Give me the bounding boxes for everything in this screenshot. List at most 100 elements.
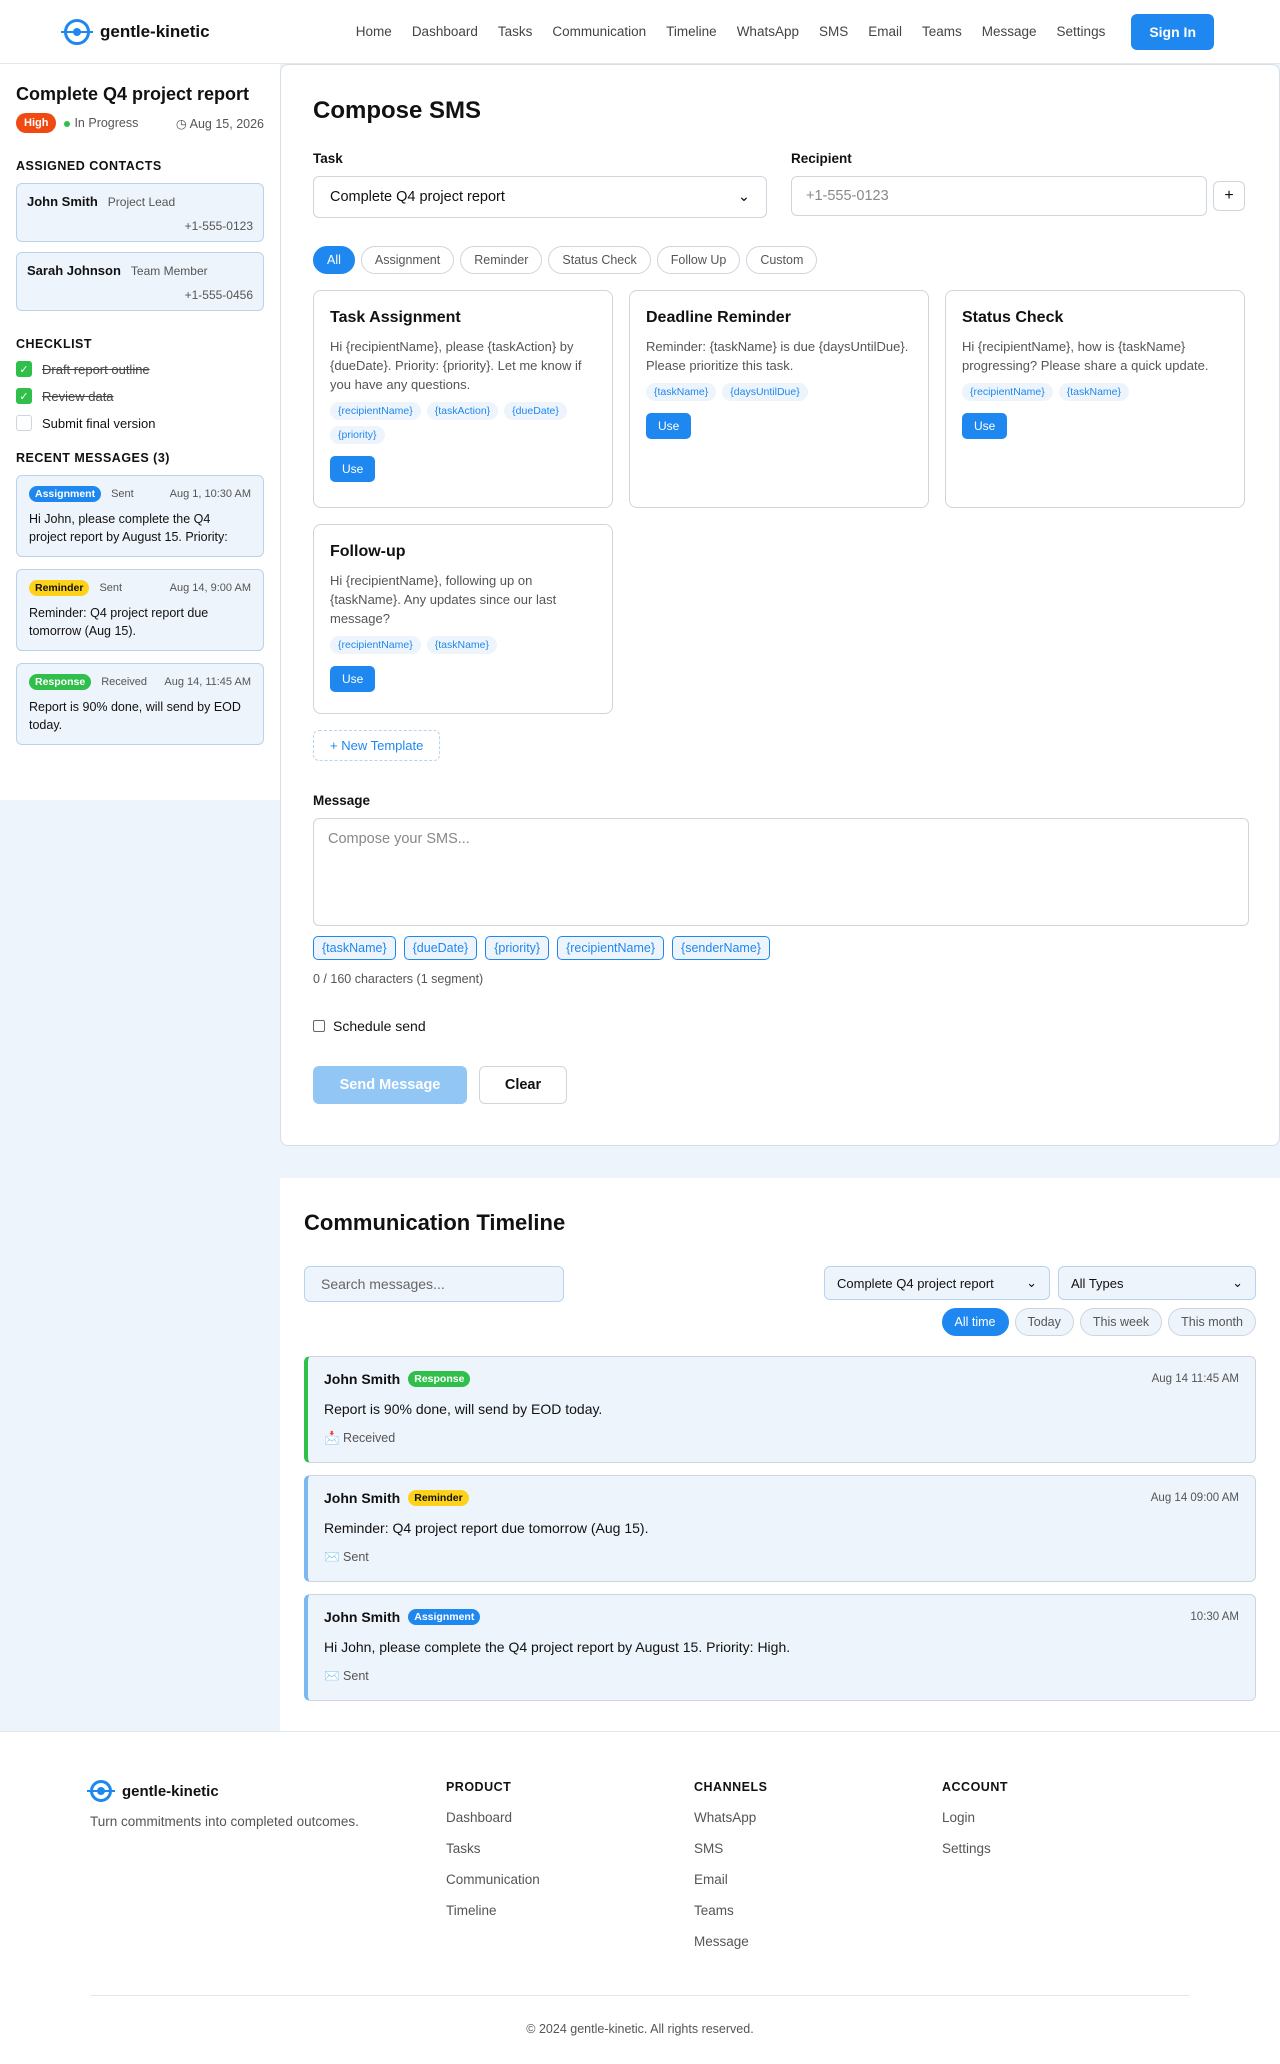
checklist-label: Submit final version [42, 415, 156, 431]
entry-text: Report is 90% done, will send by EOD tod… [324, 1401, 603, 1417]
message-card[interactable]: Reminder Sent Aug 14, 9:00 AM Reminder: Q4… [16, 569, 264, 651]
footer-link[interactable]: Timeline [446, 1903, 694, 1918]
entry-text: Hi John, please complete the Q4 project … [324, 1639, 791, 1655]
footer-link[interactable]: Message [694, 1934, 942, 1949]
filter-all[interactable]: All [313, 246, 355, 274]
footer-link[interactable]: Settings [942, 1841, 1190, 1856]
add-recipient-button[interactable]: + [1213, 181, 1245, 211]
footer-brand[interactable]: gentle-kinetic [90, 1780, 446, 1802]
range-this-week[interactable]: This week [1079, 1308, 1163, 1336]
task-select[interactable]: Complete Q4 project report ⌄ [313, 176, 767, 218]
entry-time: Aug 14 11:45 AM [1151, 1373, 1239, 1385]
message-card[interactable]: Assignment Sent Aug 1, 10:30 AM Hi John, p… [16, 475, 264, 557]
brand[interactable]: gentle-kinetic [64, 18, 210, 45]
template-card[interactable]: Task Assignment Hi {recipientName}, plea… [313, 290, 613, 508]
footer-heading: CHANNELS [693, 1780, 768, 1794]
template-card[interactable]: Status Check Hi {recipientName}, how is … [945, 290, 1245, 508]
insert-token-button[interactable]: {taskName} [313, 936, 396, 960]
entry-name: John Smith [324, 1490, 401, 1506]
message-textarea[interactable]: Compose your SMS... [313, 818, 1249, 926]
new-template-button[interactable]: + New Template [313, 730, 441, 761]
recipient-input[interactable]: +1-555-0123 [791, 176, 1207, 216]
timeline-type-select[interactable]: All Types ⌄ [1058, 1266, 1256, 1300]
nav-sms[interactable]: SMS [819, 24, 848, 39]
template-var: {taskAction} [426, 402, 499, 420]
nav-communication[interactable]: Communication [552, 24, 646, 39]
footer-heading: ACCOUNT [942, 1780, 1008, 1794]
range-today[interactable]: Today [1014, 1308, 1074, 1336]
schedule-checkbox[interactable] [313, 1020, 325, 1032]
template-card[interactable]: Follow-up Hi {recipientName}, following … [313, 524, 613, 714]
nav-teams[interactable]: Teams [922, 24, 962, 39]
footer-link[interactable]: Email [694, 1872, 942, 1887]
footer-link[interactable]: Tasks [446, 1841, 694, 1856]
send-message-button[interactable]: Send Message [313, 1066, 467, 1104]
insert-token-button[interactable]: {dueDate} [403, 936, 478, 960]
footer-column-account: ACCOUNT Login Settings [942, 1780, 1190, 1965]
copyright: © 2024 gentle-kinetic. All rights reserv… [526, 2022, 754, 2036]
timeline-search-input[interactable]: Search messages... [304, 1266, 564, 1302]
use-template-button[interactable]: Use [330, 666, 376, 692]
nav-timeline[interactable]: Timeline [666, 24, 717, 39]
clock-icon: ◷ [175, 116, 190, 131]
filter-custom[interactable]: Custom [746, 246, 818, 274]
message-card[interactable]: Response Received Aug 14, 11:45 AM Report … [16, 663, 264, 745]
checklist-item[interactable]: ✓ Review data [16, 388, 264, 404]
timeline-entry[interactable]: John Smith Assignment 10:30 AM Hi John, pl… [304, 1594, 1256, 1701]
contact-name: Sarah Johnson [27, 263, 121, 278]
content-column: Compose SMS Task Complete Q4 project rep… [280, 64, 1280, 1731]
nav-tasks[interactable]: Tasks [498, 24, 533, 39]
message-direction: Sent [111, 488, 134, 500]
footer-link[interactable]: Communication [446, 1872, 694, 1887]
range-all-time[interactable]: All time [941, 1308, 1009, 1336]
task-label: Task [313, 151, 343, 166]
schedule-send[interactable]: Schedule send [313, 1018, 1247, 1034]
checklist-item[interactable]: ✓ Draft report outline [16, 361, 264, 377]
use-template-button[interactable]: Use [646, 413, 692, 439]
template-card[interactable]: Deadline Reminder Reminder: {taskName} i… [629, 290, 929, 508]
sign-in-button[interactable]: Sign In [1131, 13, 1214, 50]
nav-settings[interactable]: Settings [1057, 24, 1106, 39]
footer-divider [90, 1995, 1190, 1996]
checkbox-checked[interactable]: ✓ [16, 361, 32, 377]
checklist-item[interactable]: Submit final version [16, 415, 264, 431]
footer-link[interactable]: Dashboard [446, 1810, 694, 1825]
footer-link[interactable]: WhatsApp [694, 1810, 942, 1825]
nav-email[interactable]: Email [868, 24, 902, 39]
footer-link[interactable]: Teams [694, 1903, 942, 1918]
insert-token-button[interactable]: {priority} [485, 936, 550, 960]
compose-sms-panel: Compose SMS Task Complete Q4 project rep… [280, 64, 1280, 1146]
range-this-month[interactable]: This month [1168, 1308, 1256, 1336]
nav-home[interactable]: Home [356, 24, 392, 39]
nav-message[interactable]: Message [982, 24, 1037, 39]
type-badge: Response [408, 1371, 471, 1387]
timeline-entry[interactable]: John Smith Response Aug 14 11:45 AM Report… [304, 1356, 1256, 1463]
nav-dashboard[interactable]: Dashboard [412, 24, 478, 39]
contact-card[interactable]: John Smith Project Lead +1-555-0123 [16, 183, 264, 242]
message-text: Report is 90% done, will send by EOD tod… [29, 700, 241, 732]
contact-card[interactable]: Sarah Johnson Team Member +1-555-0456 [16, 252, 264, 311]
type-badge: Reminder [408, 1490, 469, 1506]
timeline-type-value: All Types [1071, 1275, 1124, 1291]
timeline-entry[interactable]: John Smith Reminder Aug 14 09:00 AM Remind… [304, 1475, 1256, 1582]
message-time: Aug 14, 11:45 AM [164, 676, 251, 688]
checkbox-unchecked[interactable] [16, 415, 32, 431]
use-template-button[interactable]: Use [962, 413, 1008, 439]
clear-button[interactable]: Clear [479, 1066, 567, 1104]
nav-whatsapp[interactable]: WhatsApp [737, 24, 799, 39]
footer-column-channels: CHANNELS WhatsApp SMS Email Teams Messag… [694, 1780, 942, 1965]
timeline-task-select[interactable]: Complete Q4 project report ⌄ [824, 1266, 1050, 1300]
filter-reminder[interactable]: Reminder [460, 246, 543, 274]
filter-assignment[interactable]: Assignment [360, 246, 455, 274]
filter-follow-up[interactable]: Follow Up [656, 246, 741, 274]
checkbox-checked[interactable]: ✓ [16, 388, 32, 404]
filter-status-check[interactable]: Status Check [548, 246, 651, 274]
template-body: Hi {recipientName}, please {taskAction} … [330, 339, 582, 392]
use-template-button[interactable]: Use [330, 456, 376, 482]
insert-token-button[interactable]: {senderName} [672, 936, 770, 960]
footer-link[interactable]: Login [942, 1810, 1190, 1825]
insert-token-button[interactable]: {recipientName} [557, 936, 665, 960]
footer-link[interactable]: SMS [694, 1841, 942, 1856]
task-meta: High In Progress ◷ Aug 15, 2026 [16, 113, 264, 133]
message-label: Message [313, 793, 371, 808]
